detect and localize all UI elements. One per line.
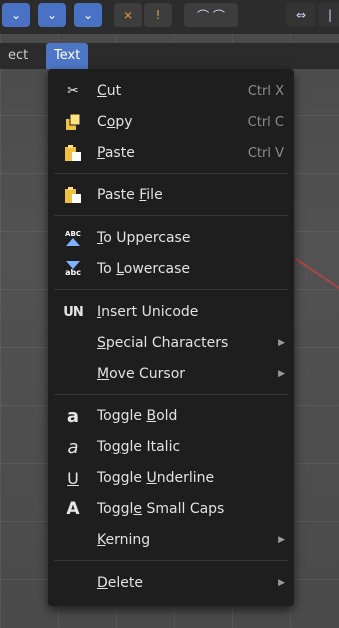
menu-item-to-lowercase[interactable]: abc To Lowercase [48,254,294,284]
scissors-icon: ✂ [67,83,79,99]
mirror-icon: ⨯ [122,8,134,22]
menu-item-cut[interactable]: ✂ Cut Ctrl X [48,76,294,106]
italic-icon: a [67,436,79,458]
menu-item-label: Toggle Small Caps [97,501,225,517]
text-dropdown-menu: ✂ Cut Ctrl X Copy Ctrl C Paste Ctrl V Pa… [48,69,294,606]
menu-item-toggle-underline[interactable]: U Toggle Underline [48,463,294,493]
menu-text[interactable]: Text [46,43,89,69]
menu-item-toggle-bold[interactable]: a Toggle Bold [48,401,294,431]
menu-item-label: Cut [97,83,122,99]
uppercase-icon: ABC [62,227,84,249]
bold-icon: a [66,405,80,427]
menu-item-toggle-italic[interactable]: a Toggle Italic [48,432,294,462]
menu-item-label: Paste [97,145,135,161]
top-toolbar: ⌄ ⌄ ⌄ ⨯ ! ⌒ ⌒ ⇔ | [0,0,339,34]
paste-icon [62,142,84,164]
menu-item-label: Paste File [97,187,163,203]
menu-item-paste[interactable]: Paste Ctrl V [48,138,294,168]
menu-item-special-characters[interactable]: Special Characters ▶ [48,328,294,358]
toolbar-arrow-button[interactable]: ⇔ [286,3,316,27]
menu-item-insert-unicode[interactable]: UN Insert Unicode [48,297,294,327]
menu-item-paste-file[interactable]: Paste File [48,180,294,210]
menu-item-label: Move Cursor [97,366,186,382]
chevron-down-icon: ⌄ [46,8,58,22]
menu-item-to-uppercase[interactable]: ABC To Uppercase [48,223,294,253]
exclamation-icon: ! [155,8,161,22]
menu-item-label: Toggle Bold [97,408,178,424]
shortcut-label: Ctrl C [247,114,284,130]
menu-item-kerning[interactable]: Kerning ▶ [48,525,294,555]
menu-separator [54,394,288,395]
menu-separator [54,215,288,216]
toolbar-dropdown-3[interactable]: ⌄ [74,3,102,27]
menu-item-label: Special Characters [97,335,229,351]
small-caps-icon: A [66,499,80,519]
chevron-down-icon: ⌄ [10,8,22,22]
arrow-both-icon: ⇔ [295,8,307,22]
menu-separator [54,560,288,561]
pipe-icon: | [327,8,333,22]
menu-item-label: Kerning [97,532,151,548]
underline-icon: U [67,468,79,488]
menu-item-delete[interactable]: Delete ▶ [48,568,294,598]
submenu-arrow-icon: ▶ [278,578,285,588]
shortcut-label: Ctrl X [247,83,284,99]
submenu-arrow-icon: ▶ [278,535,285,545]
menu-separator [54,173,288,174]
menu-item-copy[interactable]: Copy Ctrl C [48,107,294,137]
menu-item-label: Toggle Italic [97,439,181,455]
x-axis-line [295,258,339,294]
toolbar-dropdown-2[interactable]: ⌄ [38,3,66,27]
menu-item-label: Toggle Underline [97,470,215,486]
paste-file-icon [62,184,84,206]
menu-item-label: Delete [97,575,143,591]
chevron-down-icon: ⌄ [82,8,94,22]
menu-item-label: To Lowercase [97,261,191,277]
menu-item-label: To Uppercase [97,230,191,246]
toolbar-curve-buttons[interactable]: ⌒ ⌒ [184,3,238,27]
menu-item-label: Copy [97,114,133,130]
shortcut-label: Ctrl V [247,145,284,161]
unicode-icon: UN [63,304,83,320]
menu-select[interactable]: ect [0,43,36,69]
menu-item-label: Insert Unicode [97,304,199,320]
toolbar-warning-button[interactable]: ! [144,3,172,27]
header-menubar: ect Text [0,43,339,69]
submenu-arrow-icon: ▶ [278,338,285,348]
menu-item-toggle-small-caps[interactable]: A Toggle Small Caps [48,494,294,524]
menu-item-move-cursor[interactable]: Move Cursor ▶ [48,359,294,389]
lowercase-icon: abc [62,258,84,280]
toolbar-dropdown-1[interactable]: ⌄ [2,3,30,27]
toolbar-mirror-button[interactable]: ⨯ [114,3,142,27]
curve-icon: ⌒ ⌒ [197,8,225,23]
toolbar-extra-button[interactable]: | [318,3,339,27]
submenu-arrow-icon: ▶ [278,369,285,379]
menu-separator [54,289,288,290]
copy-icon [62,111,84,133]
